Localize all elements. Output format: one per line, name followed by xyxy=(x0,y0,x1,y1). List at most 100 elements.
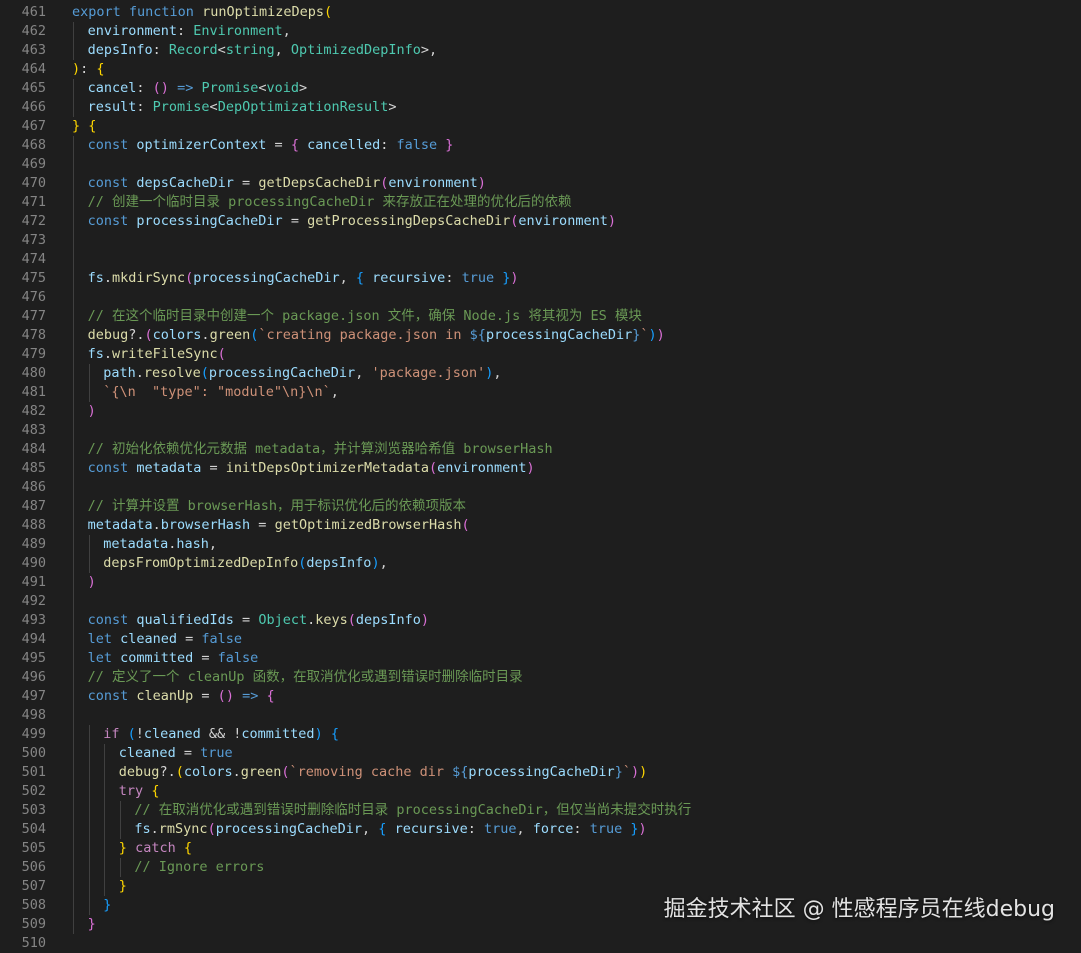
code-line[interactable]: 499 if (!cleaned && !committed) { xyxy=(0,725,1081,744)
code-token: true xyxy=(461,270,495,286)
code-line[interactable]: 461 export function runOptimizeDeps( xyxy=(0,3,1081,22)
code-token: DepOptimizationResult xyxy=(217,99,389,115)
code-token: = xyxy=(177,631,202,647)
code-token: browserHash xyxy=(160,517,251,533)
code-token: } xyxy=(614,764,623,780)
code-line[interactable]: 503 // 在取消优化或遇到错误时删除临时目录 processingCacheD… xyxy=(0,801,1081,820)
code-line[interactable]: 505} catch { xyxy=(0,839,1081,858)
code-line[interactable]: 464): { xyxy=(0,60,1081,79)
line-number: 488 xyxy=(21,517,46,533)
code-line[interactable]: 478 debug?.(colors.green(`creating packag… xyxy=(0,326,1081,345)
line-code: metadata.browserHash = getOptimizedBrows… xyxy=(88,516,470,535)
code-line[interactable]: 502 try { xyxy=(0,782,1081,801)
line-number: 497 xyxy=(21,688,46,704)
code-token: // Ignore errors xyxy=(134,859,265,875)
code-line[interactable]: 477 // 在这个临时目录中创建一个 package.json 文件，确保 No… xyxy=(0,307,1081,326)
code-token: depsCacheDir xyxy=(136,175,234,191)
code-line[interactable]: 474 xyxy=(0,250,1081,269)
code-token: = xyxy=(282,213,308,229)
code-line[interactable]: 495 let committed = false xyxy=(0,649,1081,668)
code-line[interactable]: 492 xyxy=(0,592,1081,611)
code-line[interactable]: 504 fs.rmSync(processingCacheDir, { recur… xyxy=(0,820,1081,839)
code-line[interactable]: 479 fs.writeFileSync( xyxy=(0,345,1081,364)
code-token: cleaned xyxy=(118,745,176,761)
code-line[interactable]: 510 xyxy=(0,934,1081,953)
code-token: qualifiedIds xyxy=(136,612,234,628)
code-token: ) xyxy=(607,213,616,229)
code-line[interactable]: 466 result: Promise<DepOptimizationResult… xyxy=(0,98,1081,117)
line-code: cancel: () => Promise<void> xyxy=(88,79,308,98)
line-code: environment: Environment, xyxy=(88,22,291,41)
code-line[interactable]: 496 // 定义了一个 cleanUp 函数，在取消优化或遇到错误时删除临时目录 xyxy=(0,668,1081,687)
code-line[interactable]: 471 // 创建一个临时目录 processingCacheDir 来存放正在处… xyxy=(0,193,1081,212)
code-line[interactable]: 467} { xyxy=(0,117,1081,136)
line-number: 483 xyxy=(21,422,46,438)
code-token: // 定义了一个 cleanUp 函数，在取消优化或遇到错误时删除临时目录 xyxy=(87,669,523,685)
code-editor[interactable]: 461 export function runOptimizeDeps(462 en… xyxy=(0,3,1081,951)
code-line[interactable]: 470 const depsCacheDir = getDepsCacheDir(… xyxy=(0,174,1081,193)
code-line[interactable]: 486 xyxy=(0,478,1081,497)
code-token: ( xyxy=(429,460,438,476)
code-token: colors xyxy=(183,764,233,780)
line-code: debug?.(colors.green(`creating package.j… xyxy=(88,326,665,345)
code-token: { xyxy=(290,137,299,153)
code-token: } xyxy=(118,878,127,894)
code-line[interactable]: 475 fs.mkdirSync(processingCacheDir, { re… xyxy=(0,269,1081,288)
code-line[interactable]: 473 xyxy=(0,231,1081,250)
line-code: // 在取消优化或遇到错误时删除临时目录 processingCacheDir，… xyxy=(134,801,691,820)
code-token: Promise xyxy=(201,80,259,96)
code-token: fs xyxy=(134,821,151,837)
code-line[interactable]: 488 metadata.browserHash = getOptimizedBr… xyxy=(0,516,1081,535)
code-line[interactable]: 506 // Ignore errors xyxy=(0,858,1081,877)
code-line[interactable]: 494 let cleaned = false xyxy=(0,630,1081,649)
code-token: ) xyxy=(639,764,648,780)
code-line[interactable]: 483 xyxy=(0,421,1081,440)
code-token: try xyxy=(118,783,152,799)
code-line[interactable]: 462 environment: Environment, xyxy=(0,22,1081,41)
code-token: = xyxy=(233,175,259,191)
code-line[interactable]: 465 cancel: () => Promise<void> xyxy=(0,79,1081,98)
line-code: depsFromOptimizedDepInfo(depsInfo), xyxy=(103,554,388,573)
code-line[interactable]: 463 depsInfo: Record<string, OptimizedDep… xyxy=(0,41,1081,60)
code-token: cleaned xyxy=(143,726,201,742)
indent-guide xyxy=(104,744,106,896)
code-token: } xyxy=(87,916,96,932)
code-line[interactable]: 487 // 计算并设置 browserHash，用于标识优化后的依赖项版本 xyxy=(0,497,1081,516)
line-code: // 在这个临时目录中创建一个 package.json 文件，确保 Node.… xyxy=(88,307,642,326)
code-token: getDepsCacheDir xyxy=(258,175,381,191)
code-line[interactable]: 469 xyxy=(0,155,1081,174)
code-line[interactable]: 489 metadata.hash, xyxy=(0,535,1081,554)
line-number: 463 xyxy=(21,42,46,58)
code-token: . xyxy=(150,821,159,837)
code-token: } xyxy=(118,840,127,856)
code-line[interactable]: 497 const cleanUp = () => { xyxy=(0,687,1081,706)
code-line[interactable]: 476 xyxy=(0,288,1081,307)
line-code: fs.mkdirSync(processingCacheDir, { recur… xyxy=(88,269,519,288)
code-token: ( xyxy=(217,688,226,704)
line-code: } catch { xyxy=(119,839,192,858)
code-token: let xyxy=(87,650,121,666)
indent-guide xyxy=(119,801,121,839)
indent-guide xyxy=(73,79,74,117)
code-line[interactable]: 472 const processingCacheDir = getProcess… xyxy=(0,212,1081,231)
code-token: , xyxy=(355,365,372,381)
code-line[interactable]: 500 cleaned = true xyxy=(0,744,1081,763)
code-line[interactable]: 498 xyxy=(0,706,1081,725)
indent-guide xyxy=(88,725,90,915)
code-line[interactable]: 501 debug?.(colors.green(`removing cache … xyxy=(0,763,1081,782)
line-number: 473 xyxy=(21,232,46,248)
line-number: 465 xyxy=(21,80,46,96)
line-code: result: Promise<DepOptimizationResult> xyxy=(88,98,397,117)
code-line[interactable]: 493 const qualifiedIds = Object.keys(deps… xyxy=(0,611,1081,630)
code-token: = xyxy=(175,745,201,761)
code-line[interactable]: 485 const metadata = initDepsOptimizerMet… xyxy=(0,459,1081,478)
code-token: // 在这个临时目录中创建一个 package.json 文件，确保 Node.… xyxy=(87,308,642,324)
code-line[interactable]: 484 // 初始化依赖优化元数据 metadata，并计算浏览器哈希值 brow… xyxy=(0,440,1081,459)
code-line[interactable]: 480 path.resolve(processingCacheDir, 'pac… xyxy=(0,364,1081,383)
code-line[interactable]: 468 const optimizerContext = { cancelled:… xyxy=(0,136,1081,155)
code-line[interactable]: 490 depsFromOptimizedDepInfo(depsInfo), xyxy=(0,554,1081,573)
code-line[interactable]: 482) xyxy=(0,402,1081,421)
code-line[interactable]: 481 `{\n "type": "module"\n}\n`, xyxy=(0,383,1081,402)
code-line[interactable]: 491) xyxy=(0,573,1081,592)
